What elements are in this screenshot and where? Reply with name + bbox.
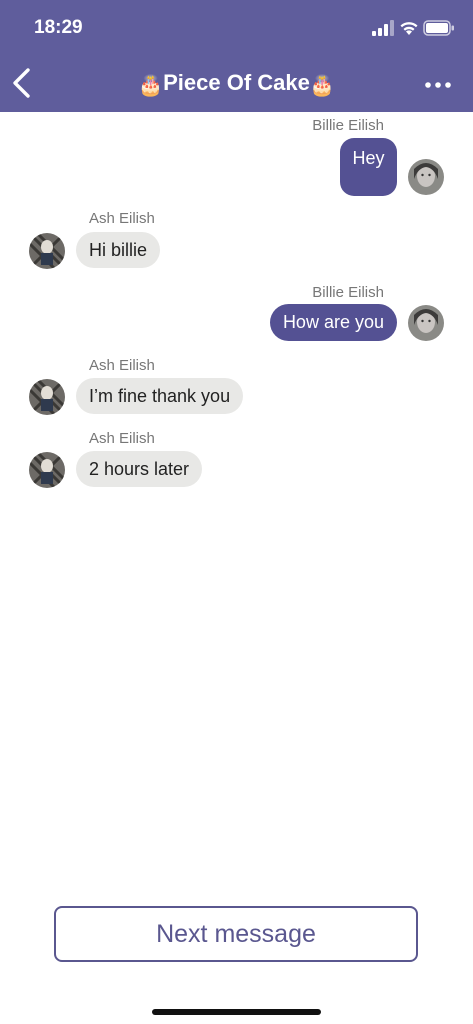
message-bubble-outgoing[interactable]: How are you bbox=[269, 304, 397, 341]
message-sender: Ash Eilish bbox=[89, 357, 155, 374]
message-bubble-outgoing[interactable]: Hey bbox=[340, 138, 397, 196]
message-bubble-incoming[interactable]: 2 hours later bbox=[76, 451, 203, 487]
more-options-icon[interactable] bbox=[424, 78, 452, 92]
message-sender: Ash Eilish bbox=[89, 430, 155, 447]
message-sender: Billie Eilish bbox=[312, 284, 384, 301]
avatar[interactable] bbox=[408, 305, 444, 341]
chat-title: 🎂Piece Of Cake🎂 bbox=[100, 70, 373, 98]
avatar[interactable] bbox=[29, 452, 65, 488]
signal-icon bbox=[372, 20, 394, 36]
status-time: 18:29 bbox=[34, 17, 83, 38]
cake-icon: 🎂 bbox=[138, 75, 164, 97]
home-indicator bbox=[152, 1009, 321, 1015]
avatar[interactable] bbox=[29, 379, 65, 415]
message-sender: Billie Eilish bbox=[312, 117, 384, 134]
cake-icon: 🎂 bbox=[309, 75, 335, 97]
avatar[interactable] bbox=[408, 159, 444, 195]
message-bubble-incoming[interactable]: Hi billie bbox=[76, 232, 161, 268]
back-button[interactable] bbox=[8, 66, 36, 100]
wifi-icon bbox=[400, 22, 418, 35]
battery-icon bbox=[423, 20, 454, 36]
next-message-button[interactable]: Next message bbox=[54, 906, 418, 962]
chat-title-text: Piece Of Cake bbox=[163, 70, 310, 95]
message-sender: Ash Eilish bbox=[89, 210, 155, 227]
message-bubble-incoming[interactable]: I’m fine thank you bbox=[76, 378, 244, 414]
avatar[interactable] bbox=[29, 233, 65, 269]
app-header: 18:29 🎂Piece Of Cake🎂 bbox=[0, 0, 473, 112]
